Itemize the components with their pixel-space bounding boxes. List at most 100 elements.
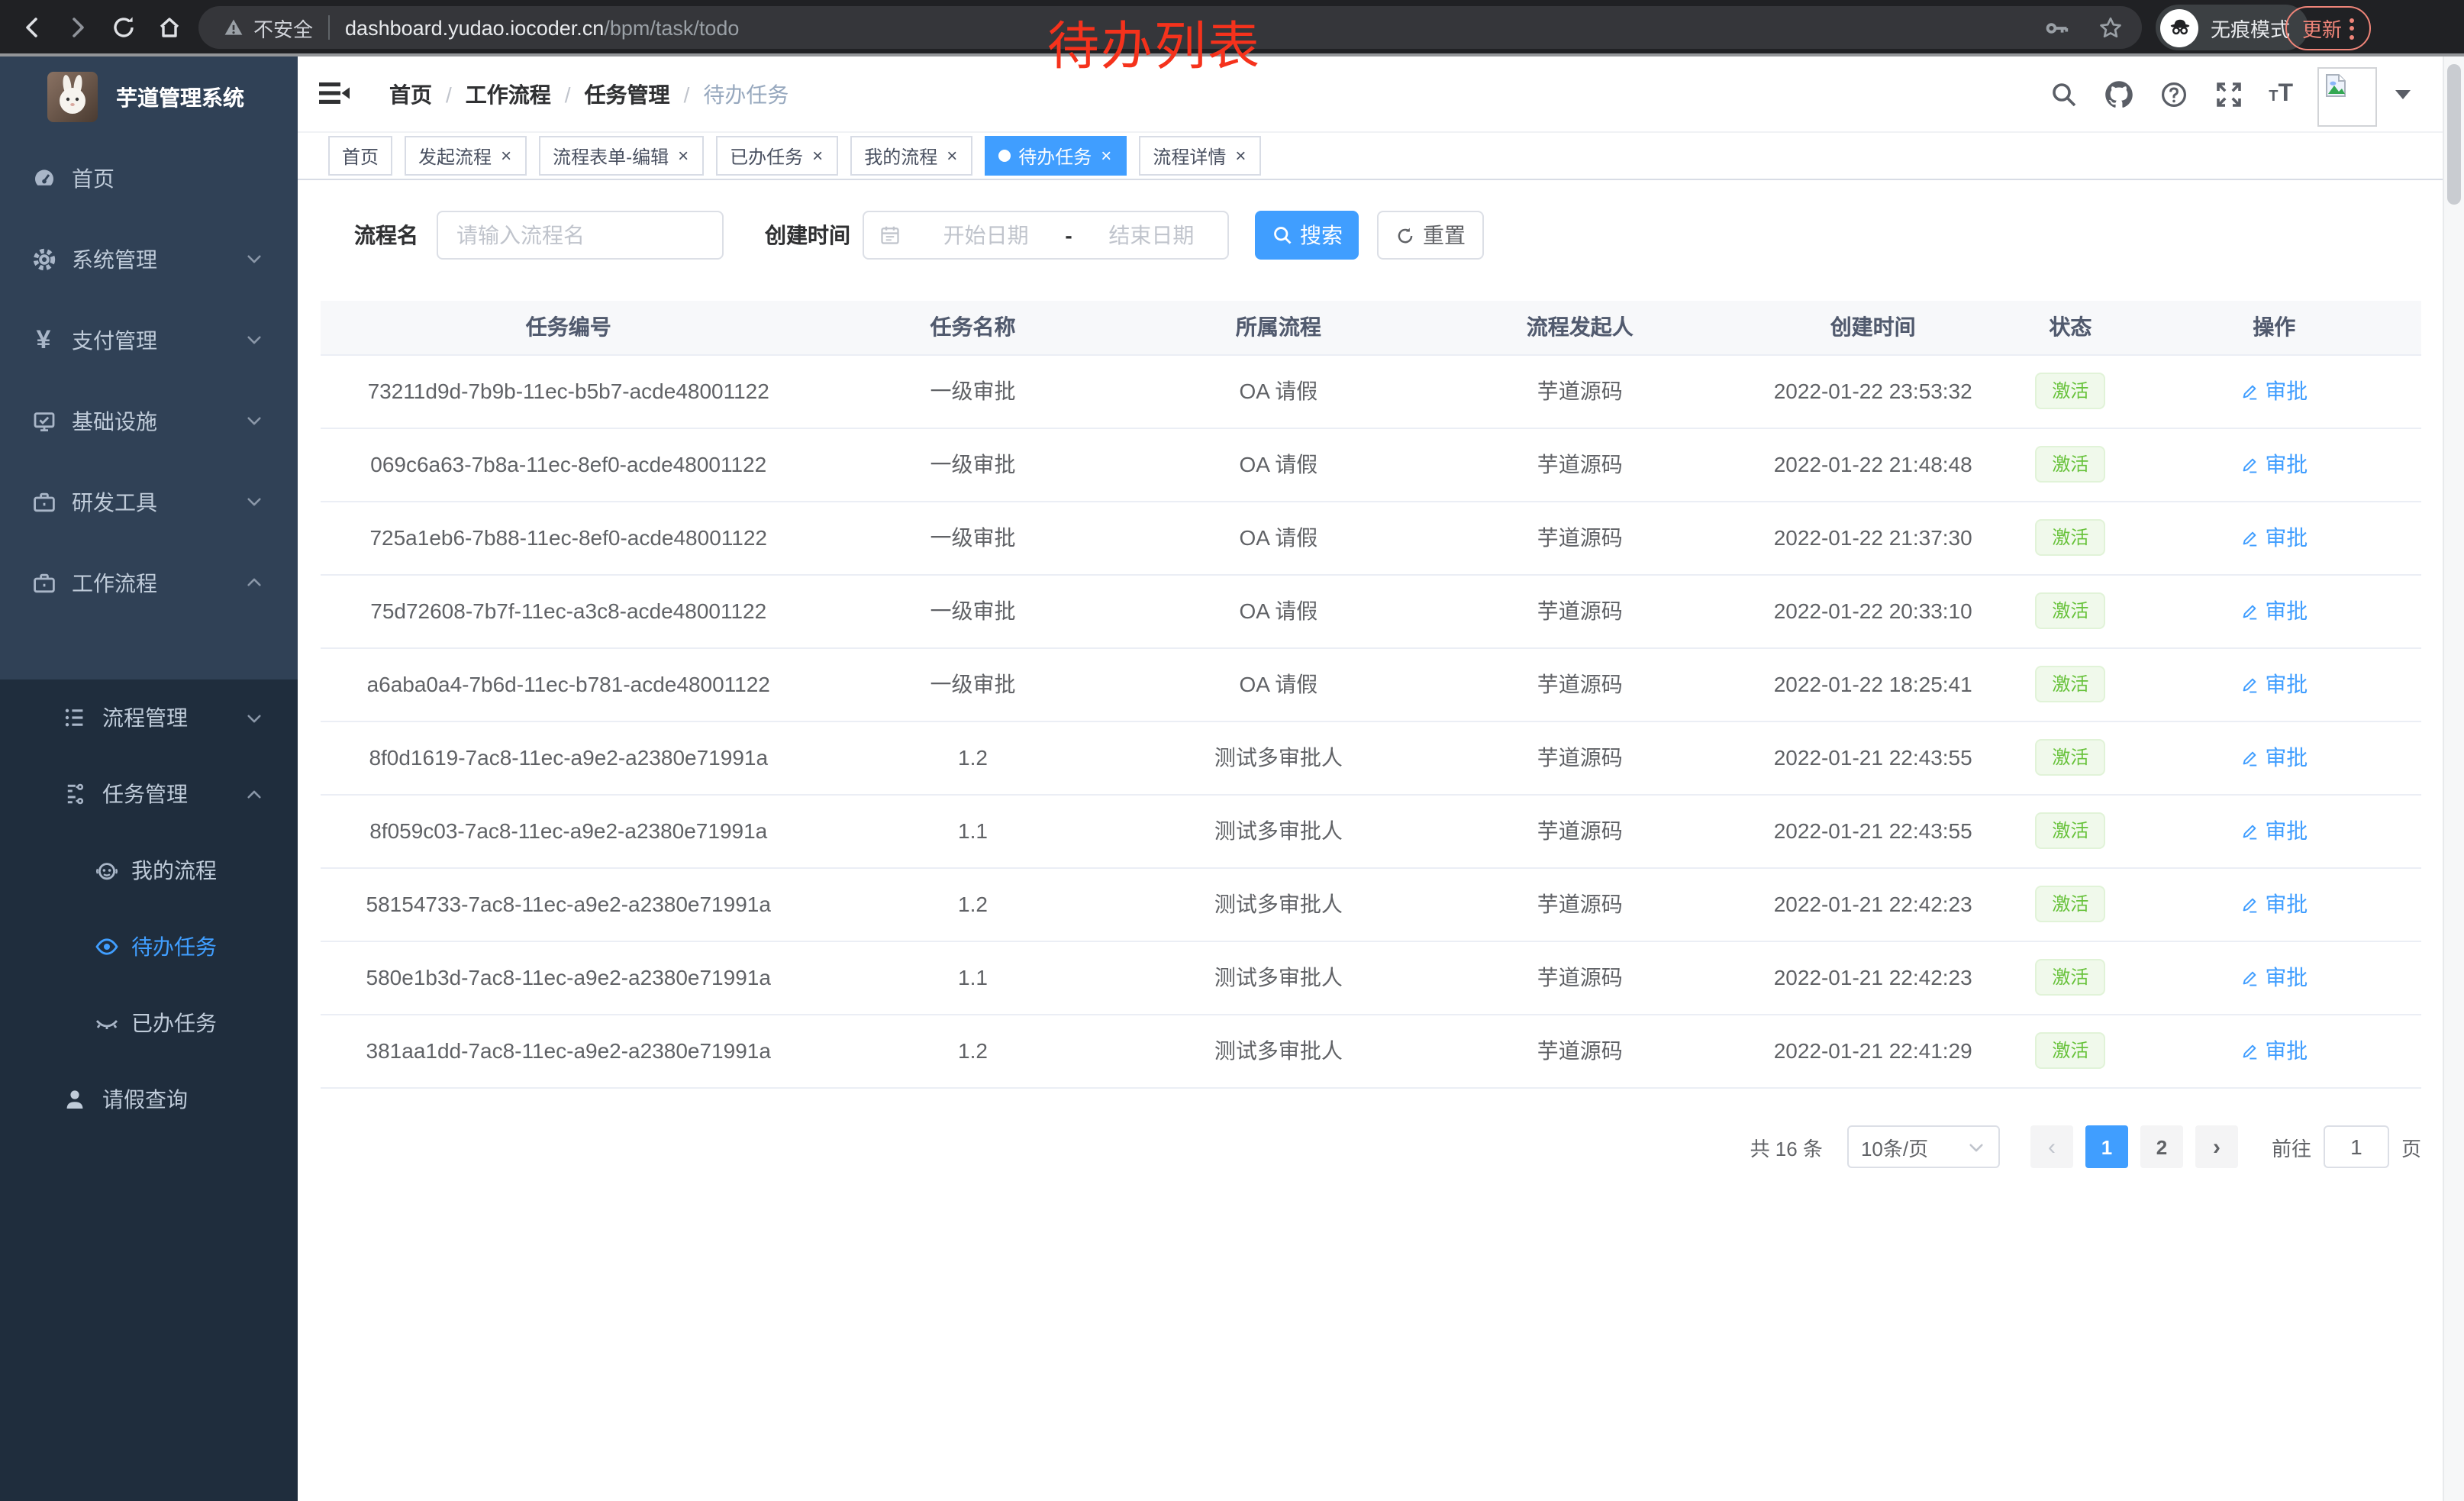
- tree-icon: [61, 781, 87, 807]
- cell-task-name: 一级审批: [816, 428, 1129, 501]
- cell-action: 审批: [2127, 354, 2421, 428]
- sidebar-item-my-process[interactable]: 我的流程: [0, 832, 298, 909]
- chevron-down-icon: [244, 249, 264, 269]
- process-name-input[interactable]: [437, 211, 724, 260]
- cell-status: 激活: [2014, 1014, 2127, 1087]
- cell-create-time: 2022-01-21 22:43:55: [1732, 721, 2014, 794]
- approve-button[interactable]: 审批: [2240, 962, 2308, 993]
- status-badge: 激活: [2035, 812, 2105, 849]
- scrollbar-thumb[interactable]: [2447, 64, 2461, 205]
- cell-process: 测试多审批人: [1130, 1014, 1428, 1087]
- cell-process: 测试多审批人: [1130, 721, 1428, 794]
- forward-icon[interactable]: [55, 4, 101, 50]
- page-button-2[interactable]: 2: [2140, 1125, 2183, 1168]
- status-badge: 激活: [2035, 1032, 2105, 1069]
- cell-task-name: 1.2: [816, 867, 1129, 941]
- sidebar-item-leave-query[interactable]: 请假查询: [0, 1061, 298, 1138]
- chevron-up-icon: [244, 573, 264, 592]
- cell-create-time: 2022-01-22 21:48:48: [1732, 428, 2014, 501]
- cell-task-name: 1.1: [816, 941, 1129, 1014]
- table-row: 75d72608-7b7f-11ec-a3c8-acde48001122 一级审…: [321, 574, 2421, 647]
- tab-done-tasks[interactable]: 已办任务 ×: [716, 136, 838, 176]
- update-button[interactable]: 更新: [2285, 6, 2371, 50]
- star-icon[interactable]: [2098, 15, 2124, 40]
- sidebar-item-done-tasks[interactable]: 已办任务: [0, 985, 298, 1061]
- tab-process-form-edit[interactable]: 流程表单-编辑 ×: [539, 136, 704, 176]
- chevron-down-icon: [244, 708, 264, 728]
- back-icon[interactable]: [9, 4, 55, 50]
- search-button[interactable]: 搜索: [1255, 211, 1359, 260]
- key-icon[interactable]: [2044, 15, 2070, 40]
- security-indicator[interactable]: 不安全: [223, 13, 313, 42]
- sidebar-item-system[interactable]: 系统管理: [0, 218, 298, 299]
- scrollbar[interactable]: [2443, 56, 2464, 1501]
- chevron-down-icon: [244, 411, 264, 431]
- monitor-check-icon: [31, 408, 56, 434]
- sidebar-item-process-management[interactable]: 流程管理: [0, 679, 298, 756]
- status-badge: 激活: [2035, 592, 2105, 629]
- sidebar-item-payment[interactable]: ¥ 支付管理: [0, 299, 298, 380]
- approve-button[interactable]: 审批: [2240, 522, 2308, 553]
- screen: 不安全 dashboard.yudao.iocoder.cn/bpm/task/…: [0, 0, 2464, 1501]
- tab-home[interactable]: 首页: [328, 136, 392, 176]
- breadcrumb-task-management[interactable]: 任务管理: [585, 79, 670, 110]
- approve-button[interactable]: 审批: [2240, 376, 2308, 406]
- question-icon[interactable]: [2159, 79, 2189, 110]
- reset-button[interactable]: 重置: [1377, 211, 1484, 260]
- caret-down-icon[interactable]: [2395, 90, 2411, 99]
- avatar[interactable]: [2317, 66, 2377, 126]
- approve-button[interactable]: 审批: [2240, 1035, 2308, 1066]
- approve-button[interactable]: 审批: [2240, 449, 2308, 479]
- goto-page-input[interactable]: [2324, 1125, 2389, 1168]
- cell-status: 激活: [2014, 574, 2127, 647]
- approve-button[interactable]: 审批: [2240, 596, 2308, 626]
- status-badge: 激活: [2035, 959, 2105, 996]
- sidebar-item-infra[interactable]: 基础设施: [0, 380, 298, 461]
- hamburger-icon[interactable]: [319, 79, 350, 107]
- approve-button[interactable]: 审批: [2240, 815, 2308, 846]
- yen-icon: ¥: [31, 327, 56, 353]
- fullscreen-icon[interactable]: [2214, 79, 2244, 110]
- font-size-icon[interactable]: TT: [2269, 82, 2293, 107]
- reload-icon[interactable]: [101, 4, 147, 50]
- search-icon[interactable]: [2049, 79, 2079, 110]
- sidebar-item-workflow[interactable]: 工作流程: [0, 542, 298, 623]
- home-icon[interactable]: [147, 4, 192, 50]
- next-page-button[interactable]: ›: [2195, 1125, 2238, 1168]
- sidebar-item-home[interactable]: 首页: [0, 137, 298, 218]
- total-count: 共 16 条: [1750, 1132, 1823, 1161]
- cell-status: 激活: [2014, 354, 2127, 428]
- approve-button[interactable]: 审批: [2240, 669, 2308, 699]
- status-badge: 激活: [2035, 373, 2105, 409]
- close-icon[interactable]: ×: [1234, 147, 1247, 165]
- date-range-picker[interactable]: 开始日期 - 结束日期: [863, 211, 1229, 260]
- tab-start-process[interactable]: 发起流程 ×: [405, 136, 527, 176]
- sidebar-item-devtools[interactable]: 研发工具: [0, 461, 298, 542]
- github-icon[interactable]: [2104, 79, 2134, 110]
- close-icon[interactable]: ×: [676, 147, 690, 165]
- close-icon[interactable]: ×: [811, 147, 824, 165]
- close-icon[interactable]: ×: [945, 147, 959, 165]
- tab-my-process[interactable]: 我的流程 ×: [850, 136, 972, 176]
- close-icon[interactable]: ×: [499, 147, 513, 165]
- tab-process-detail[interactable]: 流程详情 ×: [1139, 136, 1261, 176]
- chevron-down-icon: [244, 330, 264, 350]
- sidebar-item-task-management[interactable]: 任务管理: [0, 756, 298, 832]
- tab-todo-tasks[interactable]: 待办任务 ×: [985, 136, 1127, 176]
- breadcrumb-home[interactable]: 首页: [389, 79, 432, 110]
- page-button-1[interactable]: 1: [2085, 1125, 2128, 1168]
- dashboard-icon: [31, 165, 56, 191]
- page-size-select[interactable]: 10条/页: [1847, 1125, 2000, 1168]
- cell-process: 测试多审批人: [1130, 867, 1428, 941]
- approve-button[interactable]: 审批: [2240, 889, 2308, 919]
- close-icon[interactable]: ×: [1099, 147, 1113, 165]
- sidebar-item-todo-tasks[interactable]: 待办任务: [0, 909, 298, 985]
- edit-icon: [2240, 895, 2259, 913]
- approve-button[interactable]: 审批: [2240, 742, 2308, 773]
- date-range-separator: -: [1062, 223, 1075, 247]
- cell-create-time: 2022-01-22 21:37:30: [1732, 501, 2014, 574]
- cell-process: OA 请假: [1130, 574, 1428, 647]
- kebab-menu-icon[interactable]: [2350, 18, 2354, 39]
- prev-page-button[interactable]: ‹: [2030, 1125, 2073, 1168]
- breadcrumb-workflow[interactable]: 工作流程: [466, 79, 551, 110]
